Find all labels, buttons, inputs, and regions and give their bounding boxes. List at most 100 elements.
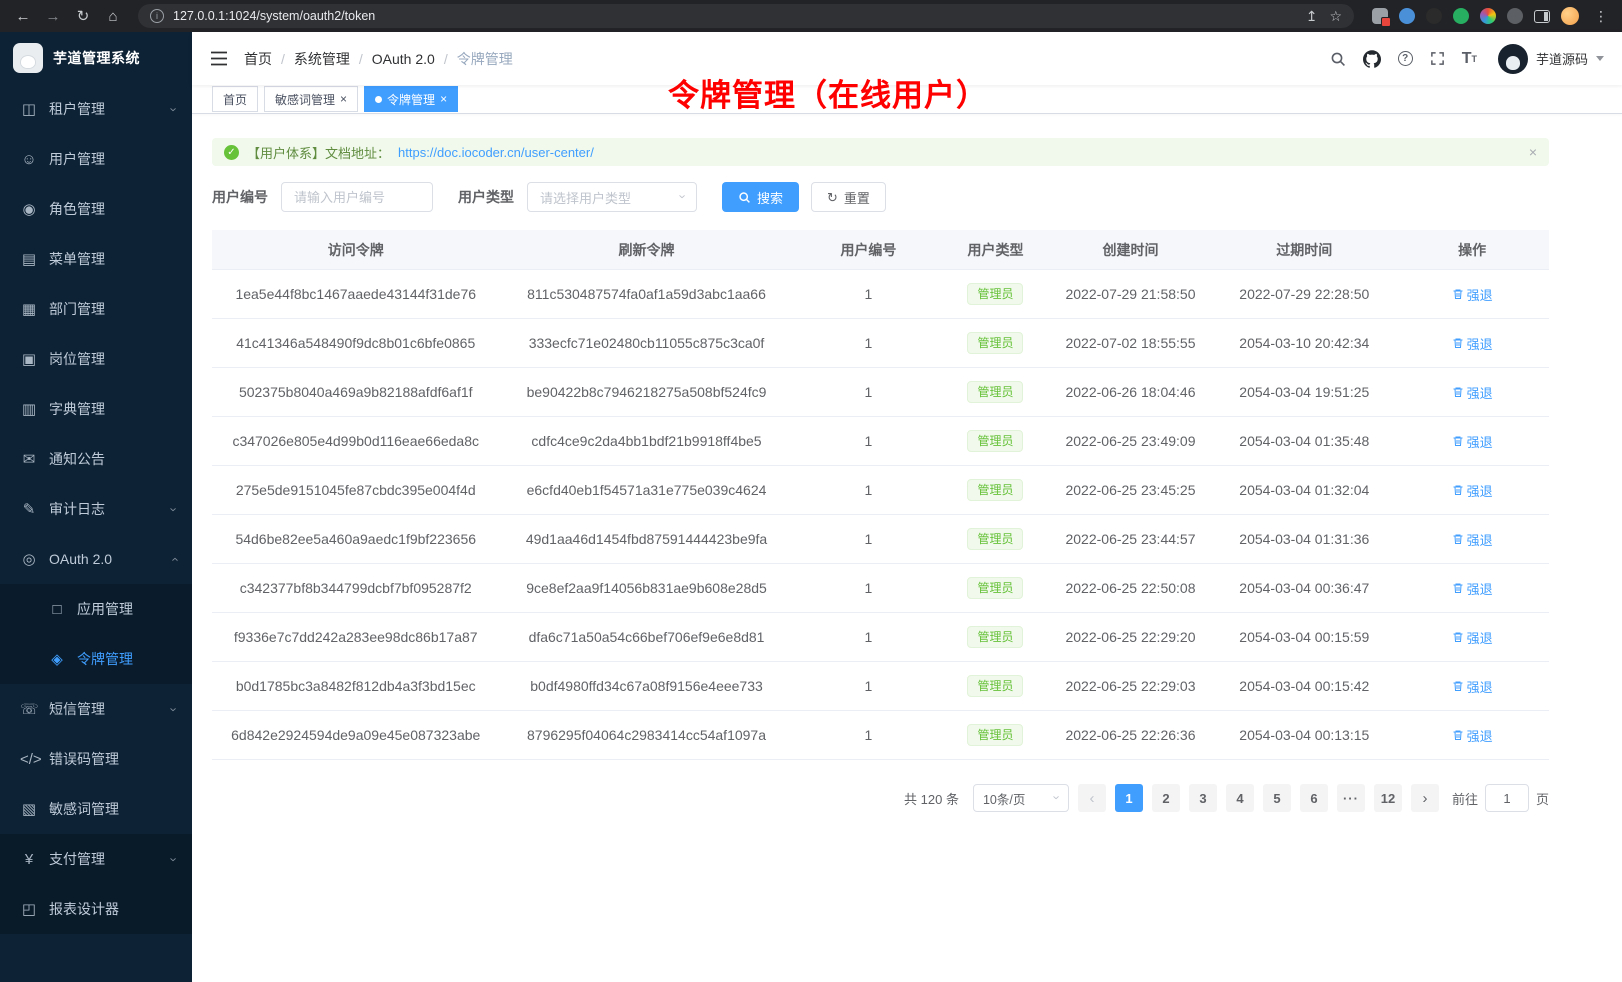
reload-icon[interactable]: ↻ (70, 4, 96, 28)
sidebar-item[interactable]: ☏ 短信管理 › (0, 684, 192, 734)
menu-item-icon: ▤ (20, 250, 38, 268)
goto-page-input[interactable] (1485, 784, 1529, 812)
search-button[interactable]: 搜索 (722, 182, 799, 212)
forward-icon[interactable]: → (40, 4, 66, 28)
home-icon[interactable]: ⌂ (100, 4, 126, 28)
page-button[interactable]: 4 (1226, 784, 1254, 812)
sidebar-item[interactable]: ✎ 审计日志 › (0, 484, 192, 534)
user-type-tag: 管理员 (967, 479, 1023, 501)
extensions-icon[interactable] (1372, 8, 1388, 24)
extension-gray-icon[interactable] (1507, 8, 1523, 24)
sidebar-item[interactable]: ▤ 菜单管理 (0, 234, 192, 284)
sidebar-item[interactable]: ☺ 用户管理 (0, 134, 192, 184)
user-avatar (1498, 44, 1528, 74)
force-logout-button[interactable]: 强退 (1452, 628, 1493, 647)
site-info-icon[interactable] (150, 9, 164, 23)
view-tab[interactable]: 令牌管理 × (364, 86, 458, 112)
collapse-sidebar-icon[interactable] (210, 51, 228, 66)
fullscreen-icon[interactable] (1430, 51, 1445, 66)
breadcrumb-item[interactable]: / 系统管理 (272, 49, 350, 69)
app-logo-block[interactable]: 芋道管理系统 (0, 32, 192, 84)
sidebar-item[interactable]: ▥ 字典管理 (0, 384, 192, 434)
browser-menu-icon[interactable]: ⋮ (1590, 8, 1612, 25)
trash-icon (1452, 631, 1464, 643)
menu-item-icon: ✉ (20, 450, 38, 468)
sidebar-item[interactable]: □ 应用管理 (0, 584, 192, 634)
action-cell: 强退 (1395, 270, 1549, 318)
menu-item-icon: ◰ (20, 900, 38, 918)
force-logout-button[interactable]: 强退 (1452, 285, 1493, 304)
sidebar-item[interactable]: ✉ 通知公告 (0, 434, 192, 484)
force-logout-button[interactable]: 强退 (1452, 579, 1493, 598)
alert-close-icon[interactable]: × (1529, 144, 1537, 160)
sidebar-item[interactable]: ◰ 报表设计器 (0, 884, 192, 934)
sidebar-item[interactable]: ▧ 敏感词管理 (0, 784, 192, 834)
force-logout-button[interactable]: 强退 (1452, 481, 1493, 500)
page-button[interactable]: 1 (1115, 784, 1143, 812)
address-bar[interactable]: 127.0.0.1:1024/system/oauth2/token ↥ ☆ (138, 4, 1354, 28)
prev-page-button[interactable] (1078, 784, 1106, 812)
page-button[interactable]: ··· (1337, 784, 1365, 812)
refresh-token-cell: 811c530487574fa0af1a59d3abc1aa66 (499, 270, 793, 318)
tab-close-icon[interactable]: × (340, 93, 347, 105)
expire-time-cell: 2054-03-04 00:13:15 (1213, 711, 1395, 759)
user-id-cell: 1 (794, 711, 944, 759)
force-logout-button[interactable]: 强退 (1452, 530, 1493, 549)
view-tab[interactable]: 敏感词管理 × (264, 86, 358, 112)
sidebar-item[interactable]: ¥ 支付管理 › (0, 834, 192, 884)
created-time-cell: 2022-06-25 22:26:36 (1048, 711, 1214, 759)
breadcrumb-item[interactable]: / OAuth 2.0 (350, 51, 435, 67)
page-button[interactable]: 3 (1189, 784, 1217, 812)
help-icon[interactable] (1398, 51, 1413, 66)
table-row: 6d842e2924594de9a09e45e087323abe 8796295… (212, 711, 1549, 760)
user-id-cell: 1 (794, 319, 944, 367)
refresh-token-cell: cdfc4ce9c2da4bb1bdf21b9918ff4be5 (499, 417, 793, 465)
user-id-input[interactable] (281, 182, 433, 212)
sidebar-item[interactable]: </> 错误码管理 (0, 734, 192, 784)
page-button[interactable]: 12 (1374, 784, 1402, 812)
sidebar-item[interactable]: ◎ OAuth 2.0 › (0, 534, 192, 584)
extension-dark-icon[interactable] (1426, 8, 1442, 24)
force-logout-button[interactable]: 强退 (1452, 334, 1493, 353)
menu-item-icon: ▣ (20, 350, 38, 368)
page-button[interactable]: 6 (1300, 784, 1328, 812)
user-type-label: 用户类型 (458, 187, 514, 207)
user-menu[interactable]: 芋道源码 (1498, 44, 1604, 74)
browser-profile-avatar[interactable] (1561, 7, 1579, 25)
page-button[interactable]: 2 (1152, 784, 1180, 812)
extension-color-icon[interactable] (1480, 8, 1496, 24)
search-icon[interactable] (1330, 51, 1346, 67)
force-logout-button[interactable]: 强退 (1452, 432, 1493, 451)
reset-button[interactable]: ↻ 重置 (811, 182, 886, 212)
view-tab[interactable]: 首页 (212, 86, 258, 112)
created-time-cell: 2022-06-25 23:44:57 (1048, 515, 1214, 563)
extension-green-icon[interactable] (1453, 8, 1469, 24)
page-size-select[interactable]: 10条/页 (973, 784, 1069, 812)
sidebar-item[interactable]: ◫ 租户管理 › (0, 84, 192, 134)
force-logout-button[interactable]: 强退 (1452, 677, 1493, 696)
force-logout-button[interactable]: 强退 (1452, 726, 1493, 745)
user-type-cell: 管理员 (943, 270, 1047, 318)
column-header: 刷新令牌 (499, 240, 793, 260)
extension-blue-icon[interactable] (1399, 8, 1415, 24)
sidebar-item[interactable]: ◉ 角色管理 (0, 184, 192, 234)
side-panel-icon[interactable] (1534, 10, 1550, 23)
doc-link[interactable]: https://doc.iocoder.cn/user-center/ (398, 145, 594, 160)
bookmark-star-icon[interactable]: ☆ (1329, 8, 1342, 25)
breadcrumb-item[interactable]: / 首页 (244, 49, 272, 69)
share-icon[interactable]: ↥ (1306, 8, 1318, 25)
github-icon[interactable] (1363, 50, 1381, 68)
user-id-cell: 1 (794, 613, 944, 661)
sidebar-item[interactable]: ▦ 部门管理 (0, 284, 192, 334)
page-button[interactable]: 5 (1263, 784, 1291, 812)
tab-close-icon[interactable]: × (440, 93, 447, 105)
user-id-label: 用户编号 (212, 187, 268, 207)
sidebar-item[interactable]: ▣ 岗位管理 (0, 334, 192, 384)
sidebar-item[interactable]: ◈ 令牌管理 (0, 634, 192, 684)
force-logout-button[interactable]: 强退 (1452, 383, 1493, 402)
back-icon[interactable]: ← (10, 4, 36, 28)
next-page-button[interactable] (1411, 784, 1439, 812)
font-size-icon[interactable] (1462, 50, 1477, 68)
breadcrumb-item[interactable]: / 令牌管理 (435, 49, 513, 69)
user-type-select[interactable]: 请选择用户类型 (527, 182, 697, 212)
